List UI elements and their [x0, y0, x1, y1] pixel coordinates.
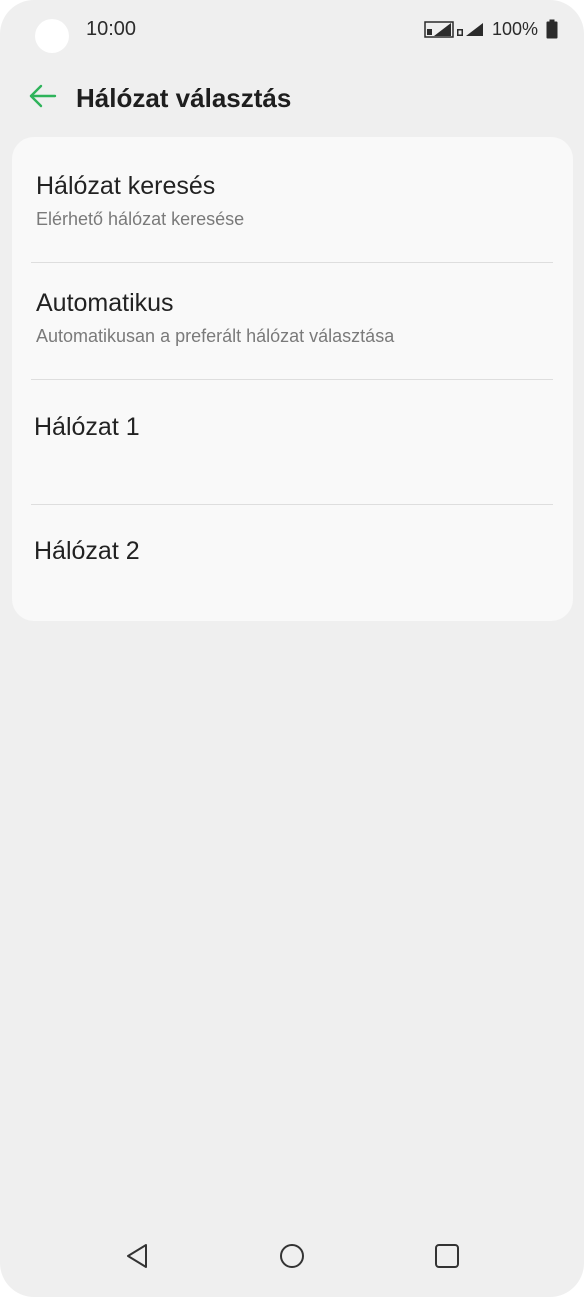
nav-back-button[interactable] — [115, 1236, 159, 1280]
battery-icon — [546, 19, 558, 39]
list-item-title: Hálózat keresés — [36, 172, 216, 200]
sim2-signal-icon — [456, 19, 486, 39]
list-item-subtitle: Automatikusan a preferált hálózat válasz… — [36, 326, 395, 346]
status-icons: 100% — [424, 17, 558, 41]
list-item-title: Automatikus — [36, 289, 174, 317]
status-bar: 10:00 100% — [0, 0, 584, 60]
automatic-network-item[interactable]: Automatikus Automatikusan a preferált há… — [12, 263, 573, 380]
nav-recent-apps-icon — [433, 1242, 461, 1275]
network-1-item[interactable]: Hálózat 1 — [12, 380, 573, 505]
back-button[interactable] — [26, 82, 60, 114]
list-item-subtitle: Elérhető hálózat keresése — [36, 209, 245, 229]
app-header: Hálózat választás — [0, 74, 584, 122]
phone-screen: 10:00 100% Hálózat választás Hálózat ker… — [0, 0, 584, 1297]
navigation-bar — [0, 1226, 584, 1286]
front-camera — [35, 19, 69, 53]
network-options-card: Hálózat keresés Elérhető hálózat keresés… — [12, 137, 573, 621]
network-search-item[interactable]: Hálózat keresés Elérhető hálózat keresés… — [12, 137, 573, 263]
network-2-item[interactable]: Hálózat 2 — [12, 505, 573, 621]
list-item-title: Hálózat 1 — [34, 413, 140, 441]
nav-home-button[interactable] — [270, 1236, 314, 1280]
page-title: Hálózat választás — [76, 83, 292, 113]
nav-recent-apps-button[interactable] — [425, 1236, 469, 1280]
battery-percent: 100% — [491, 19, 538, 39]
arrow-left-icon — [28, 83, 58, 114]
list-item-title: Hálózat 2 — [34, 537, 140, 565]
sim1-signal-icon — [424, 19, 454, 39]
nav-back-icon — [124, 1242, 150, 1275]
status-time: 10:00 — [86, 18, 137, 40]
nav-home-icon — [278, 1242, 306, 1275]
